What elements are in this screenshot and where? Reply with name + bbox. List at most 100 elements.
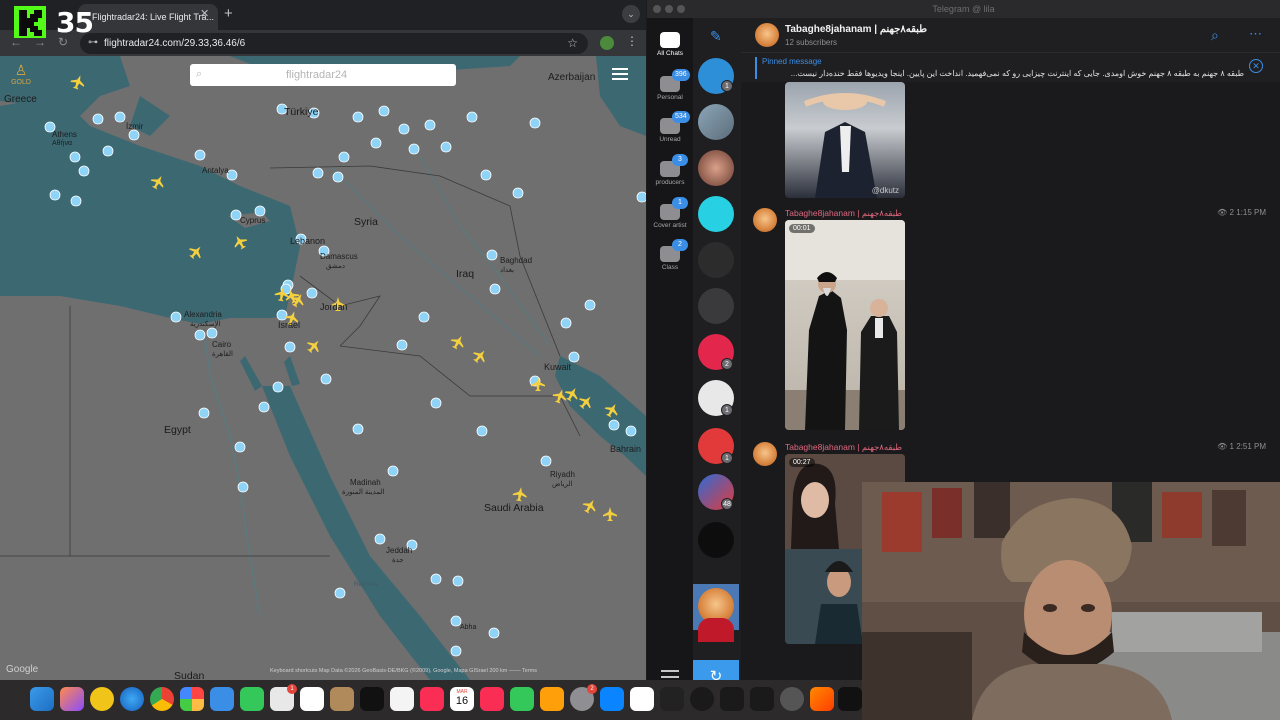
airport-pin-icon[interactable] (170, 311, 182, 323)
airport-pin-icon[interactable] (284, 341, 296, 353)
aircraft-icon[interactable] (69, 73, 87, 91)
app-icon-yellow[interactable] (90, 687, 114, 711)
video-message[interactable]: @dkutz (785, 82, 905, 198)
launchpad-icon[interactable] (60, 687, 84, 711)
app-icon-grid[interactable] (720, 687, 744, 711)
airport-pin-icon[interactable] (312, 167, 324, 179)
aircraft-icon[interactable] (576, 392, 596, 412)
airport-pin-icon[interactable] (49, 189, 61, 201)
aircraft-icon[interactable] (580, 496, 599, 515)
chat-item-4[interactable] (698, 196, 734, 232)
app-store-icon[interactable] (600, 687, 624, 711)
apple-tv-icon[interactable] (360, 687, 384, 711)
airport-pin-icon[interactable] (560, 317, 572, 329)
chat-item-11[interactable] (698, 522, 734, 558)
airport-pin-icon[interactable] (387, 465, 399, 477)
pinned-message-bar[interactable]: Pinned message طبقه ۸ جهنم به طبقه ۸ جهن… (741, 52, 1280, 82)
safari-icon[interactable] (120, 687, 144, 711)
fl-studio-icon[interactable] (810, 687, 834, 711)
folder-unread[interactable]: 534 Unread (647, 111, 693, 143)
notes-icon[interactable] (390, 687, 414, 711)
airport-pin-icon[interactable] (332, 171, 344, 183)
aircraft-icon[interactable] (512, 486, 528, 502)
airport-pin-icon[interactable] (338, 151, 350, 163)
url-text[interactable]: flightradar24.com/29.33,36.46/6 (104, 38, 245, 49)
close-pinned-icon[interactable]: ✕ (1249, 59, 1263, 73)
aircraft-icon[interactable] (602, 400, 621, 419)
aircraft-icon[interactable] (230, 232, 249, 251)
chat-item-3[interactable] (698, 150, 734, 186)
airport-pin-icon[interactable] (408, 143, 420, 155)
folder-personal[interactable]: 396 Personal (647, 69, 693, 101)
airport-pin-icon[interactable] (114, 111, 126, 123)
map-menu-icon[interactable] (612, 68, 628, 80)
folder-producers[interactable]: 3 producers (647, 154, 693, 186)
chat-search-icon[interactable]: ⌕ (1211, 27, 1219, 44)
channel-avatar[interactable] (755, 23, 779, 47)
airport-pin-icon[interactable] (194, 149, 206, 161)
extension-icon[interactable] (600, 36, 614, 50)
airport-pin-icon[interactable] (418, 311, 430, 323)
airport-pin-icon[interactable] (370, 137, 382, 149)
airport-pin-icon[interactable] (529, 117, 541, 129)
aircraft-icon[interactable] (304, 336, 324, 356)
bookmark-star-icon[interactable]: ☆ (567, 36, 578, 50)
tab-search-icon[interactable]: ⌄ (622, 5, 640, 23)
more-options-icon[interactable]: ⋯ (1249, 26, 1262, 42)
airport-pin-icon[interactable] (540, 455, 552, 467)
airport-pin-icon[interactable] (488, 627, 500, 639)
airport-pin-icon[interactable] (568, 351, 580, 363)
airport-pin-icon[interactable] (69, 151, 81, 163)
app-icon-network[interactable] (690, 687, 714, 711)
freeform-icon[interactable] (300, 687, 324, 711)
airport-pin-icon[interactable] (466, 111, 478, 123)
airport-pin-icon[interactable] (476, 425, 488, 437)
address-bar[interactable]: ⊶ flightradar24.com/29.33,36.46/6 ☆ (80, 33, 588, 54)
aircraft-icon[interactable] (470, 346, 490, 366)
video-message[interactable]: 00:01 (785, 220, 905, 430)
aircraft-icon[interactable] (562, 384, 581, 403)
chat-item-5[interactable] (698, 242, 734, 278)
message-sender[interactable]: Tabaghe8jahanam | طبقه۸جهنم (785, 208, 902, 219)
airport-pin-icon[interactable] (396, 339, 408, 351)
airport-pin-icon[interactable] (608, 419, 620, 431)
chat-item-6[interactable] (698, 288, 734, 324)
airport-pin-icon[interactable] (78, 165, 90, 177)
facetime-icon[interactable] (240, 687, 264, 711)
airport-pin-icon[interactable] (276, 309, 288, 321)
airport-pin-icon[interactable] (102, 145, 114, 157)
airport-pin-icon[interactable] (234, 441, 246, 453)
airport-pin-icon[interactable] (512, 187, 524, 199)
airport-pin-icon[interactable] (206, 327, 218, 339)
photos-icon[interactable] (180, 687, 204, 711)
airport-pin-icon[interactable] (430, 397, 442, 409)
aircraft-icon[interactable] (448, 332, 467, 351)
airport-pin-icon[interactable] (128, 129, 140, 141)
airport-pin-icon[interactable] (258, 401, 270, 413)
message-avatar[interactable] (753, 442, 777, 466)
chat-header[interactable]: Tabaghe8jahanam | طبقه۸جهنم 12 subscribe… (741, 18, 1280, 52)
chat-item-12[interactable] (698, 618, 734, 642)
message-sender[interactable]: Tabaghe8jahanam | طبقه۸جهنم (785, 442, 902, 453)
airport-pin-icon[interactable] (398, 123, 410, 135)
new-tab-icon[interactable]: + (224, 5, 233, 22)
system-settings-icon[interactable]: 2 (570, 684, 597, 711)
music-icon[interactable] (420, 687, 444, 711)
airport-pin-icon[interactable] (194, 329, 206, 341)
airport-pin-icon[interactable] (430, 573, 442, 585)
mail-icon[interactable] (210, 687, 234, 711)
news-icon[interactable] (480, 687, 504, 711)
folder-cover-artist[interactable]: 1 Cover artist (647, 197, 693, 229)
pages-icon[interactable] (540, 687, 564, 711)
aircraft-icon[interactable] (551, 387, 569, 405)
aircraft-icon[interactable] (603, 507, 617, 521)
calendar-widget-icon[interactable]: 1 (270, 684, 297, 711)
message-avatar[interactable] (753, 208, 777, 232)
airport-pin-icon[interactable] (306, 287, 318, 299)
unity-icon[interactable] (750, 687, 774, 711)
airport-pin-icon[interactable] (352, 111, 364, 123)
airport-pin-icon[interactable] (320, 373, 332, 385)
numbers-icon[interactable] (510, 687, 534, 711)
airport-pin-icon[interactable] (452, 575, 464, 587)
folder-all-chats[interactable]: All Chats (647, 32, 693, 57)
